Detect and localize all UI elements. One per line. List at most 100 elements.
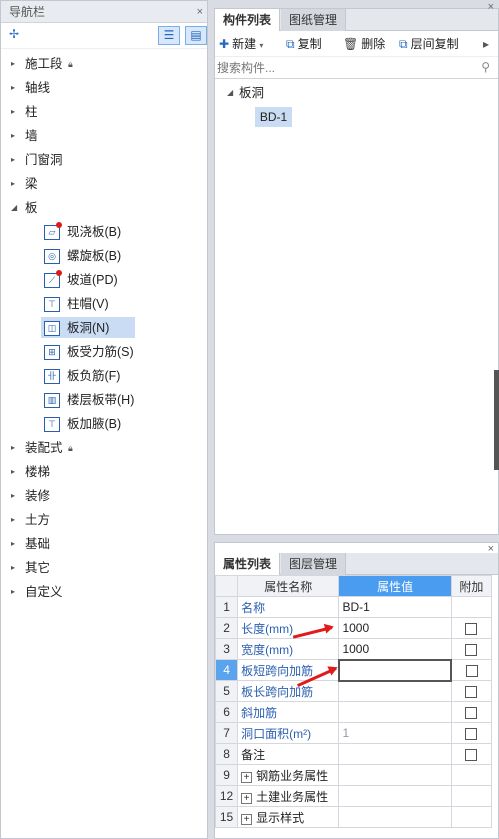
nav-subitem[interactable]: ▱ 现浇板(B) (1, 220, 207, 244)
nav-category[interactable]: ▸ 柱 (1, 100, 207, 124)
chevron-right-icon[interactable]: ▸ (11, 532, 15, 556)
floor-copy-button[interactable]: ⧉ 层间复制 (399, 31, 459, 57)
property-value[interactable]: 1000 (338, 617, 452, 639)
close-icon[interactable]: × (488, 543, 494, 555)
nav-category[interactable]: ▸ 轴线 (1, 76, 207, 100)
property-value[interactable] (338, 785, 452, 807)
chevron-right-icon[interactable]: ▸ (11, 172, 15, 196)
nav-subitem[interactable]: 卝板负筋(F) (1, 364, 207, 388)
chevron-right-icon[interactable]: ▸ (11, 148, 15, 172)
nav-category[interactable]: ▸ 装配式 🔒︎ (1, 436, 207, 460)
chevron-right-icon[interactable]: ▸ (11, 460, 15, 484)
tab-property-list[interactable]: 属性列表 (215, 553, 281, 575)
nav-category[interactable]: ▸ 墙 (1, 124, 207, 148)
splitter-handle[interactable] (494, 370, 499, 470)
property-value[interactable]: 1000 (338, 638, 452, 660)
nav-subitem[interactable]: ⊤ 柱帽(V) (1, 292, 207, 316)
chevron-right-icon[interactable]: ▸ (11, 436, 15, 460)
nav-subitem-label: 板洞(N) (67, 321, 110, 335)
nav-subitem[interactable]: ⊤ 板加腋(B) (1, 412, 207, 436)
extra-checkbox[interactable] (465, 622, 478, 635)
property-name: 宽度(mm) (237, 638, 340, 660)
table-row[interactable]: 6 斜加筋 (214, 701, 493, 723)
chevron-right-icon[interactable]: ▸ (11, 52, 15, 76)
extra-cell (450, 785, 493, 807)
nav-subitem[interactable]: ⊞ 板受力筋(S) (1, 340, 207, 364)
extra-checkbox[interactable] (465, 727, 478, 740)
table-row[interactable]: 9 + 钢筋业务属性 (214, 764, 493, 786)
search-input[interactable] (217, 60, 467, 76)
close-icon[interactable]: × (488, 1, 494, 13)
more-icon[interactable]: ▸ (483, 31, 489, 57)
property-value[interactable] (338, 764, 452, 786)
nav-category-label: 土方 (25, 513, 51, 527)
chevron-right-icon[interactable]: ▸ (11, 76, 15, 100)
table-row[interactable]: 15 + 显示样式 (214, 806, 493, 828)
nav-subitem[interactable]: ⟋ 坡道(PD) (1, 268, 207, 292)
list-view-icon[interactable]: ☰ (158, 26, 180, 45)
nav-subitem[interactable]: ◎ 螺旋板(B) (1, 244, 207, 268)
property-value[interactable] (338, 680, 452, 702)
nav-category[interactable]: ▸ 基础 (1, 532, 207, 556)
expand-icon[interactable]: + (241, 813, 253, 825)
component-item[interactable]: BD-1 (255, 107, 292, 127)
chevron-right-icon[interactable]: ▸ (11, 580, 15, 604)
chevron-right-icon[interactable]: ▸ (11, 508, 15, 532)
table-row[interactable]: 3 宽度(mm) 1000 (214, 638, 493, 660)
nav-category[interactable]: ▸ 梁 (1, 172, 207, 196)
property-name-text: 斜加筋 (241, 705, 278, 720)
chevron-right-icon[interactable]: ▸ (11, 100, 15, 124)
nav-category[interactable]: ▸ 土方 (1, 508, 207, 532)
chevron-right-icon[interactable]: ▸ (11, 484, 15, 508)
extra-checkbox[interactable] (465, 685, 478, 698)
component-tree: ◢ 板洞 BD-1 (215, 79, 498, 139)
nav-category[interactable]: ▸ 门窗洞 (1, 148, 207, 172)
property-value[interactable] (338, 743, 452, 765)
nav-subitem[interactable]: ◫ 板洞(N) (1, 316, 207, 340)
new-button[interactable]: ✚ 新建 ▾ (219, 31, 263, 59)
copy-button[interactable]: ⧉ 复制 (286, 31, 322, 57)
component-group[interactable]: ◢ 板洞 (215, 81, 415, 105)
extra-checkbox[interactable] (465, 706, 478, 719)
nav-category[interactable]: ▸ 自定义 (1, 580, 207, 604)
chevron-right-icon[interactable]: ▸ (11, 124, 15, 148)
table-row[interactable]: 4 板短跨向加筋 (214, 658, 493, 682)
nav-category[interactable]: ▸ 楼梯 (1, 460, 207, 484)
property-value[interactable] (337, 658, 453, 682)
detail-view-icon[interactable]: ▤ (185, 26, 207, 45)
chevron-down-icon[interactable]: ▾ (259, 41, 263, 50)
close-icon[interactable]: × (197, 1, 203, 23)
pin-icon[interactable]: ✢ (9, 27, 19, 41)
nav-category[interactable]: ◢ 板 (1, 196, 207, 220)
table-row[interactable]: 2 长度(mm) 1000 (214, 617, 493, 639)
extra-checkbox[interactable] (465, 664, 478, 677)
nav-subitem[interactable]: ▥ 楼层板带(H) (1, 388, 207, 412)
extra-checkbox[interactable] (465, 748, 478, 761)
nav-subitem-label: 螺旋板(B) (67, 249, 122, 263)
nav-category[interactable]: ▸ 装修 (1, 484, 207, 508)
search-icon[interactable]: ⚲ (481, 60, 490, 74)
extra-cell (450, 596, 493, 618)
tab-component-list[interactable]: 构件列表 (215, 9, 281, 31)
nav-category[interactable]: ▸ 其它 (1, 556, 207, 580)
expand-icon[interactable]: + (241, 792, 253, 804)
chevron-down-icon[interactable]: ◢ (11, 196, 17, 220)
property-value[interactable]: BD-1 (338, 596, 452, 618)
extra-checkbox[interactable] (465, 643, 478, 656)
table-row[interactable]: 5 板长跨向加筋 (214, 680, 493, 702)
chevron-right-icon[interactable]: ▸ (11, 556, 15, 580)
expand-icon[interactable]: + (241, 771, 253, 783)
table-row[interactable]: 8 备注 (214, 743, 493, 765)
property-value[interactable] (338, 806, 452, 828)
table-row[interactable]: 12 + 土建业务属性 (214, 785, 493, 807)
table-row[interactable]: 1 名称 BD-1 (214, 596, 493, 618)
property-value[interactable] (338, 701, 452, 723)
tab-layer-management[interactable]: 图层管理 (281, 553, 347, 575)
chevron-down-icon[interactable]: ◢ (227, 81, 233, 105)
table-row[interactable]: 7 洞口面积(m²) 1 (214, 722, 493, 744)
tab-drawing-management[interactable]: 图纸管理 (281, 9, 347, 31)
nav-category[interactable]: ▸ 施工段 🔒︎ (1, 52, 207, 76)
property-value[interactable]: 1 (338, 722, 452, 744)
nav-category-label: 柱 (25, 105, 38, 119)
delete-button[interactable]: 🗑 删除 (343, 31, 385, 57)
